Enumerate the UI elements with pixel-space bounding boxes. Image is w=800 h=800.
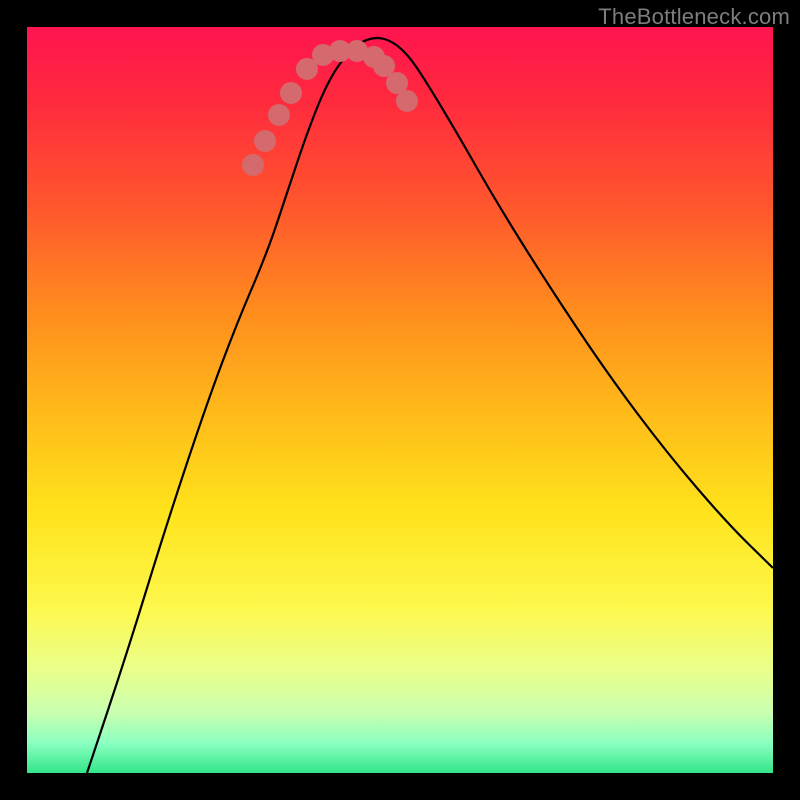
- highlight-dot: [242, 154, 264, 176]
- highlight-dot: [254, 130, 276, 152]
- chart-plot-area: [27, 27, 773, 773]
- bottleneck-curve: [87, 38, 773, 773]
- highlight-dot: [268, 104, 290, 126]
- highlight-dot: [280, 82, 302, 104]
- chart-svg: [27, 27, 773, 773]
- highlight-dots: [242, 40, 418, 176]
- highlight-dot: [396, 90, 418, 112]
